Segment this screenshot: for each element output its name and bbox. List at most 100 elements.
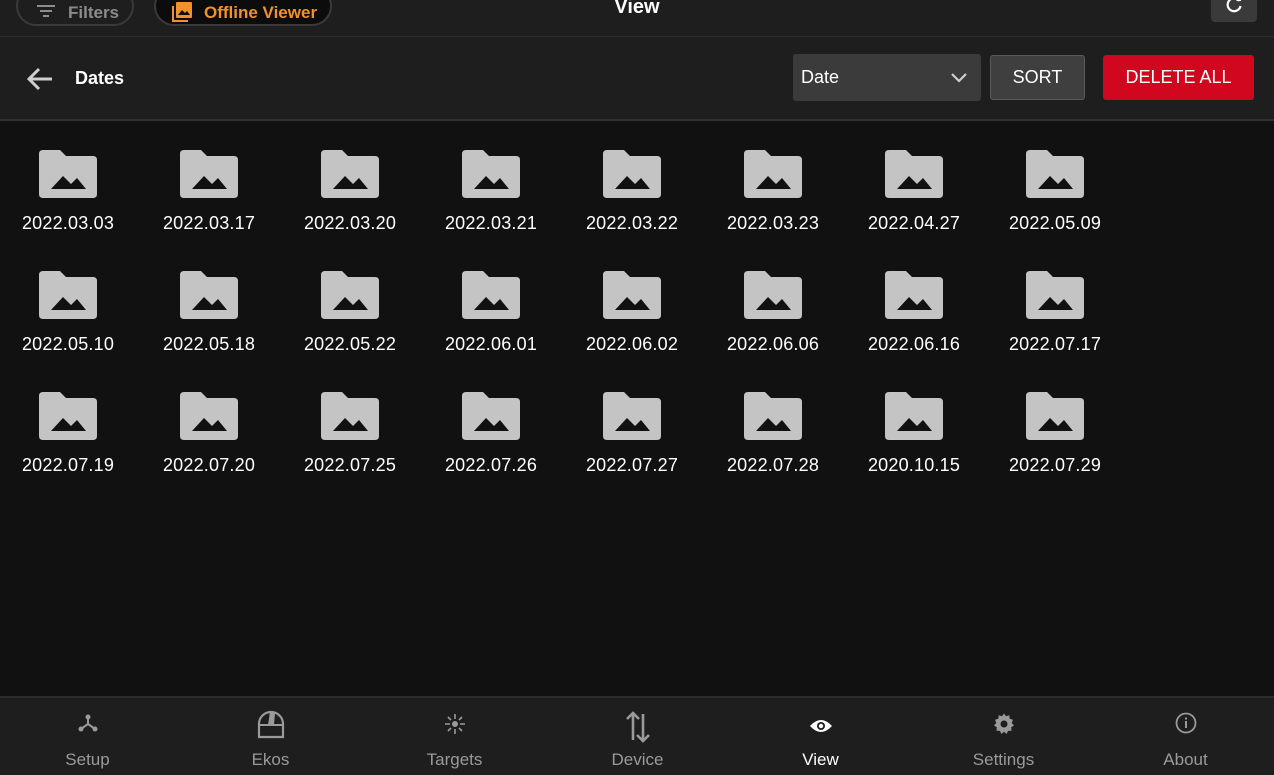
folder-image-icon bbox=[885, 392, 943, 440]
folder-image-icon bbox=[603, 392, 661, 440]
folder-image-icon bbox=[462, 271, 520, 319]
top-bar: Filters Offline Viewer View bbox=[0, 0, 1274, 37]
folder-item[interactable]: 2022.06.02 bbox=[564, 242, 705, 354]
folder-label: 2022.03.17 bbox=[162, 213, 256, 233]
folder-item[interactable]: 2022.04.27 bbox=[846, 121, 987, 233]
folder-label: 2022.03.03 bbox=[21, 213, 115, 233]
folder-image-icon bbox=[885, 150, 943, 198]
folder-image-icon bbox=[744, 150, 802, 198]
folder-label: 2022.07.26 bbox=[444, 455, 538, 475]
sort-button[interactable]: SORT bbox=[990, 55, 1085, 100]
folder-item[interactable]: 2022.03.20 bbox=[282, 121, 423, 233]
folder-image-icon bbox=[180, 392, 238, 440]
folder-label: 2022.05.22 bbox=[303, 334, 397, 354]
folder-item[interactable]: 2022.03.21 bbox=[423, 121, 564, 233]
nav-item-device[interactable]: Device bbox=[546, 698, 729, 775]
section-title: Dates bbox=[75, 68, 125, 88]
folder-image-icon bbox=[1026, 150, 1084, 198]
device-icon bbox=[625, 711, 650, 743]
folder-item[interactable]: 2022.07.20 bbox=[141, 363, 282, 475]
folder-item[interactable]: 2022.06.16 bbox=[846, 242, 987, 354]
folder-image-icon bbox=[321, 392, 379, 440]
folder-item[interactable]: 2022.03.22 bbox=[564, 121, 705, 233]
folder-label: 2022.07.29 bbox=[1008, 455, 1102, 475]
sort-field-select[interactable]: Date bbox=[793, 54, 981, 101]
folder-label: 2022.06.06 bbox=[726, 334, 820, 354]
nav-label-setup: Setup bbox=[65, 750, 110, 769]
folder-item[interactable]: 2022.03.17 bbox=[141, 121, 282, 233]
page-title: View bbox=[614, 0, 660, 18]
targets-icon bbox=[444, 714, 465, 734]
folder-item[interactable]: 2022.05.10 bbox=[0, 242, 141, 354]
folder-item[interactable]: 2022.05.18 bbox=[141, 242, 282, 354]
folder-item[interactable]: 2022.07.29 bbox=[987, 363, 1128, 475]
folder-item[interactable]: 2022.05.09 bbox=[987, 121, 1128, 233]
dates-header: Dates Date SORT DELETE ALL bbox=[0, 37, 1274, 121]
folder-image-icon bbox=[180, 150, 238, 198]
folder-image-icon bbox=[39, 271, 97, 319]
nav-label-targets: Targets bbox=[426, 750, 483, 769]
folder-label: 2022.05.10 bbox=[21, 334, 115, 354]
folder-label: 2022.03.20 bbox=[303, 213, 397, 233]
folder-item[interactable]: 2022.07.17 bbox=[987, 242, 1128, 354]
ekos-icon bbox=[257, 710, 284, 739]
folder-item[interactable]: 2020.10.15 bbox=[846, 363, 987, 475]
folder-image-icon bbox=[744, 392, 802, 440]
folder-item[interactable]: 2022.06.01 bbox=[423, 242, 564, 354]
nav-item-settings[interactable]: Settings bbox=[912, 698, 1095, 775]
folder-item[interactable]: 2022.03.23 bbox=[705, 121, 846, 233]
folder-image-icon bbox=[603, 271, 661, 319]
gear-icon bbox=[993, 713, 1014, 734]
folder-item[interactable]: 2022.07.28 bbox=[705, 363, 846, 475]
folder-image-icon bbox=[39, 392, 97, 440]
nav-item-view[interactable]: View bbox=[729, 698, 912, 775]
folder-label: 2022.07.17 bbox=[1008, 334, 1102, 354]
folder-label: 2022.05.18 bbox=[162, 334, 256, 354]
folder-image-icon bbox=[1026, 392, 1084, 440]
folder-item[interactable]: 2022.06.06 bbox=[705, 242, 846, 354]
eye-icon bbox=[809, 720, 832, 732]
folder-label: 2022.07.27 bbox=[585, 455, 679, 475]
nav-item-about[interactable]: About bbox=[1094, 698, 1274, 775]
folder-label: 2022.05.09 bbox=[1008, 213, 1102, 233]
folder-image-icon bbox=[180, 271, 238, 319]
folder-label: 2022.07.25 bbox=[303, 455, 397, 475]
nav-label-device: Device bbox=[611, 750, 664, 769]
folder-image-icon bbox=[462, 150, 520, 198]
folder-image-icon bbox=[321, 271, 379, 319]
folder-item[interactable]: 2022.07.26 bbox=[423, 363, 564, 475]
refresh-icon bbox=[1226, 0, 1242, 13]
folder-label: 2022.06.16 bbox=[867, 334, 961, 354]
nav-item-setup[interactable]: Setup bbox=[0, 698, 179, 775]
folder-image-icon bbox=[462, 392, 520, 440]
folder-label: 2022.03.23 bbox=[726, 213, 820, 233]
folder-image-icon bbox=[1026, 271, 1084, 319]
refresh-button[interactable] bbox=[1211, 0, 1257, 22]
folder-image-icon bbox=[603, 150, 661, 198]
folder-image-icon bbox=[885, 271, 943, 319]
folder-item[interactable]: 2022.07.25 bbox=[282, 363, 423, 475]
info-icon bbox=[1175, 712, 1196, 734]
back-arrow-icon[interactable] bbox=[26, 66, 54, 92]
folder-label: 2022.07.19 bbox=[21, 455, 115, 475]
delete-all-button[interactable]: DELETE ALL bbox=[1103, 55, 1254, 100]
folder-label: 2022.07.20 bbox=[162, 455, 256, 475]
folder-image-icon bbox=[321, 150, 379, 198]
nav-label-about: About bbox=[1163, 750, 1208, 769]
folder-item[interactable]: 2022.07.19 bbox=[0, 363, 141, 475]
nav-label-view: View bbox=[802, 750, 839, 769]
folder-label: 2022.03.21 bbox=[444, 213, 538, 233]
folder-item[interactable]: 2022.05.22 bbox=[282, 242, 423, 354]
folder-image-icon bbox=[39, 150, 97, 198]
folder-label: 2022.06.02 bbox=[585, 334, 679, 354]
sort-field-value: Date bbox=[801, 67, 840, 87]
nav-item-targets[interactable]: Targets bbox=[363, 698, 546, 775]
nav-label-ekos: Ekos bbox=[251, 750, 290, 769]
folder-item[interactable]: 2022.07.27 bbox=[564, 363, 705, 475]
bottom-navigation: Setup Ekos Targets Device View Settings … bbox=[0, 696, 1274, 775]
nav-item-ekos[interactable]: Ekos bbox=[179, 698, 362, 775]
folder-image-icon bbox=[744, 271, 802, 319]
folder-item[interactable]: 2022.03.03 bbox=[0, 121, 141, 233]
setup-icon bbox=[78, 714, 97, 732]
folder-grid: 2022.03.03 2022.03.17 2022.03.20 2022.03.21… bbox=[0, 121, 1274, 696]
